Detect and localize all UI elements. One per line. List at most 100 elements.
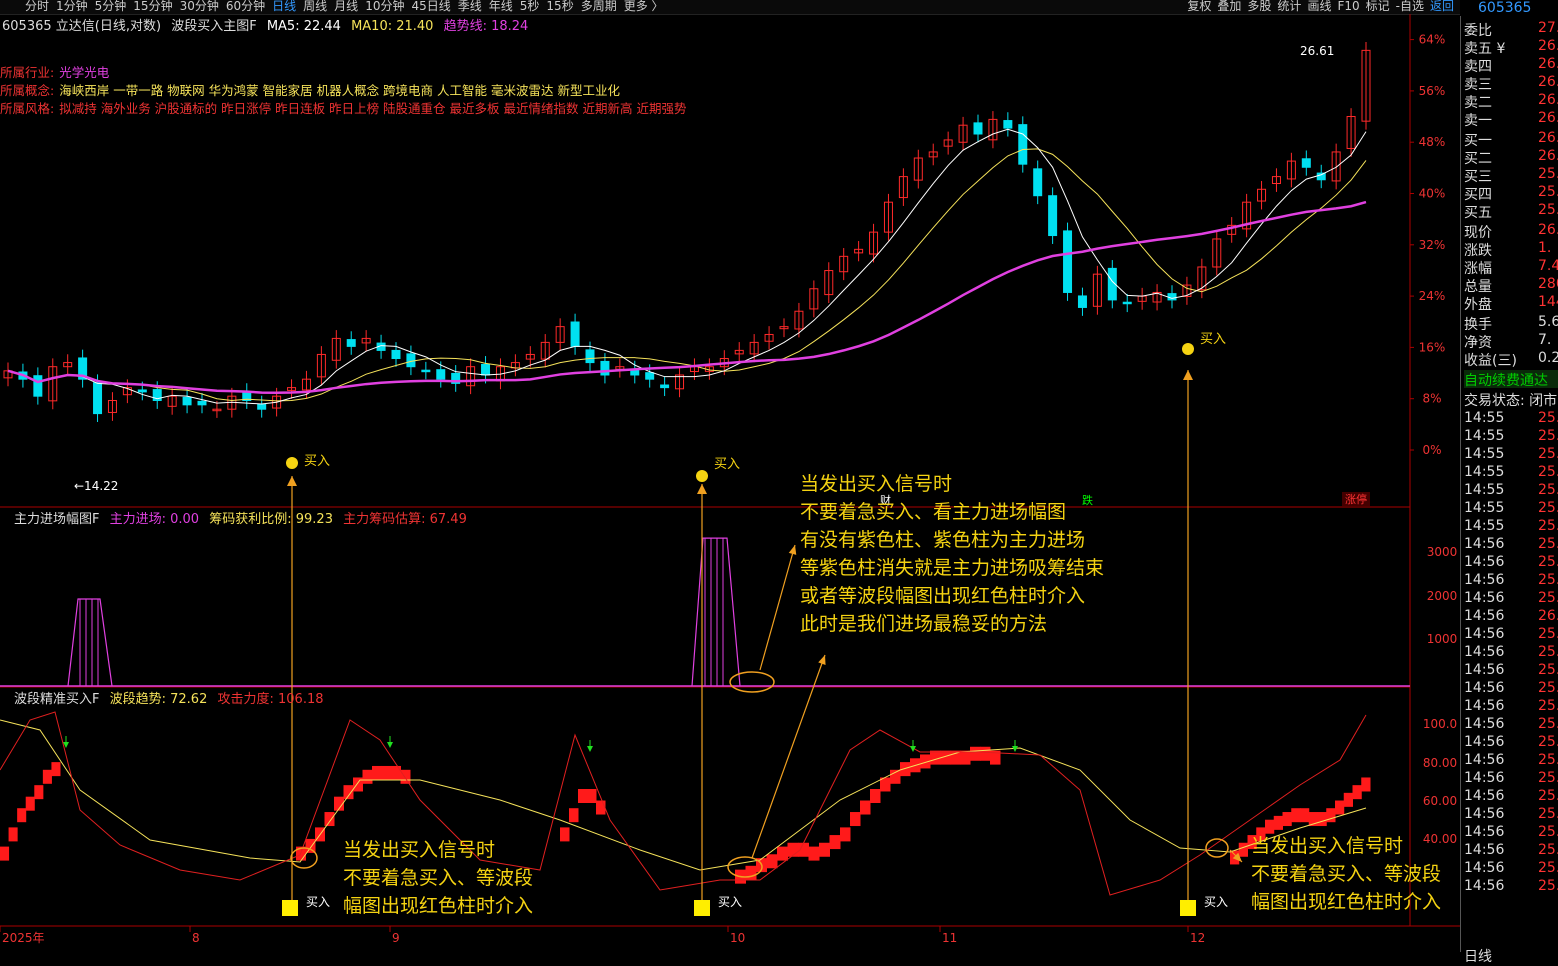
quote2-row-2: 收益(三) 0.2 xyxy=(1464,350,1558,369)
tick-row: 14:56 25. xyxy=(1464,734,1558,752)
tick-row: 14:56 25. xyxy=(1464,626,1558,644)
tick-price: 25. xyxy=(1538,734,1558,750)
tick-time: 14:56 xyxy=(1464,806,1505,822)
candle-body xyxy=(1167,293,1177,301)
tick-time: 14:56 xyxy=(1464,860,1505,876)
y-tick-label: 80.00 xyxy=(1423,756,1457,770)
concept-value: 海峡西岸 一带一路 物联网 华为鸿蒙 智能家居 机器人概念 跨境电商 人工智能 … xyxy=(59,83,620,98)
period-indicator: 日线 xyxy=(1464,949,1492,965)
tick-row: 14:56 25. xyxy=(1464,788,1558,806)
pane3-red-block xyxy=(51,762,61,777)
quote-row-0: 现价 26. xyxy=(1464,222,1558,241)
annotation-line: 等紫色柱消失就是主力进场吸筹结束 xyxy=(800,557,1105,579)
pane3-buy-label: 买入 xyxy=(306,895,330,909)
pane3-indicator-name[interactable]: 波段精准买入F xyxy=(2,692,99,707)
x-axis-label: 12 xyxy=(1190,931,1205,945)
candle-body xyxy=(137,389,147,393)
quote-row-0-label: 现价 xyxy=(1464,225,1492,241)
quote-row-0-value: 26. xyxy=(1538,222,1558,238)
tick-price: 26. xyxy=(1538,608,1558,624)
pane3-red-block xyxy=(808,846,820,861)
pane3-buy-square xyxy=(282,900,298,916)
quote2-row-2-value: 0.2 xyxy=(1538,350,1558,366)
arrow-head-icon xyxy=(818,655,826,665)
green-arrow-icon xyxy=(587,746,593,752)
quote2-row-0: 换手 5.60 xyxy=(1464,314,1558,333)
tick-price: 25. xyxy=(1538,842,1558,858)
pane3-red-block xyxy=(850,812,861,827)
quote2-row-0-value: 5.60 xyxy=(1538,314,1558,330)
annotation-left: 当发出买入信号时 不要着急买入、等波段 幅图出现红色柱时介入 xyxy=(343,836,533,920)
green-arrow-icon xyxy=(1012,746,1018,752)
candle-body xyxy=(93,382,103,415)
pane2-bar xyxy=(691,537,741,687)
candle-body xyxy=(346,339,356,347)
pane3-red-block xyxy=(1282,812,1292,827)
concept-label: 所属概念: xyxy=(0,83,55,98)
tick-time: 14:56 xyxy=(1464,536,1505,552)
tick-price: 25. xyxy=(1538,518,1558,534)
quote-sidebar: 委比27.06卖五 ¥26.卖四26.卖三26.卖二26.卖一26.买一26.买… xyxy=(1460,16,1558,965)
annotation-mid: 当发出买入信号时 不要着急买入、看主力进场幅图 有没有紫色柱、紫色柱为主力进场 等紫色… xyxy=(800,470,1104,638)
ask-row-1-value: 26. xyxy=(1538,56,1558,72)
ask-row-3: 卖二 26. xyxy=(1464,92,1558,111)
pane3-red-block xyxy=(8,827,18,842)
ask-row-3-value: 26. xyxy=(1538,92,1558,108)
tick-price: 25. xyxy=(1538,446,1558,462)
pane3-red-block xyxy=(42,769,52,784)
symbol-code: 605365 xyxy=(1462,0,1558,16)
y-tick-label: 0% xyxy=(1422,443,1441,457)
chart-canvas[interactable]: 0%8%16%24%32%40%48%56%64%72%100020003000… xyxy=(0,0,1460,952)
industry-value: 光学光电 xyxy=(59,65,110,80)
ask-row-1-label: 卖四 xyxy=(1464,59,1492,75)
pane2-gs: 主力筹码估算: 67.49 xyxy=(343,512,467,527)
tick-row: 14:56 25. xyxy=(1464,860,1558,878)
arrow-head-icon xyxy=(788,545,797,555)
candle-body xyxy=(1077,295,1087,308)
y-tick-label: 100.0 xyxy=(1423,717,1457,731)
y-tick-label: 2000 xyxy=(1427,589,1458,603)
tick-price: 25. xyxy=(1538,788,1558,804)
annotation-line: 有没有紫色柱、紫色柱为主力进场 xyxy=(800,529,1086,551)
tick-row: 14:56 25. xyxy=(1464,752,1558,770)
pane3-red-block xyxy=(391,765,401,780)
tick-row: 14:56 25. xyxy=(1464,554,1558,572)
tick-time: 14:56 xyxy=(1464,572,1505,588)
auto-renew-link[interactable]: 自动续费通达 xyxy=(1464,370,1558,389)
pane3-red-block xyxy=(1335,800,1345,815)
tick-time: 14:56 xyxy=(1464,680,1505,696)
pane3-red-block xyxy=(381,765,392,780)
ask-row-2-value: 26. xyxy=(1538,74,1558,90)
candle-body xyxy=(1301,158,1311,168)
tick-row: 14:55 25. xyxy=(1464,464,1558,482)
style-value: 拟减持 海外业务 沪股通标的 昨日涨停 昨日连板 昨日上榜 陆股通重仓 最近多板… xyxy=(59,101,687,116)
x-axis-label: 2025年 xyxy=(2,931,45,945)
candle-body xyxy=(1316,172,1326,181)
pane3-red-block xyxy=(578,789,588,803)
candle-body xyxy=(660,384,670,389)
stock-label: 605365 立达信(日线,对数) xyxy=(2,19,162,34)
candle-body xyxy=(1048,195,1058,237)
candle-body xyxy=(1003,120,1013,129)
candle-body xyxy=(481,363,491,376)
pane3-red-block xyxy=(596,800,606,815)
pane3-red-block xyxy=(777,846,788,861)
pane3-red-block xyxy=(569,808,579,823)
quote2-row-1-value: 7. xyxy=(1538,332,1552,348)
tick-time: 14:55 xyxy=(1464,482,1505,498)
tick-time: 14:56 xyxy=(1464,752,1505,768)
annotation-line: 当发出买入信号时 xyxy=(800,473,953,495)
high-price-label: 26.61 xyxy=(1300,44,1334,58)
pane2-indicator-name[interactable]: 主力进场幅图F xyxy=(2,512,99,527)
indicator-name[interactable]: 波段买入主图F xyxy=(171,19,256,34)
tick-row: 14:55 25. xyxy=(1464,410,1558,428)
pane3-buy-square xyxy=(1180,900,1196,916)
annotation-line: 当发出买入信号时 xyxy=(1251,835,1404,857)
tick-price: 25. xyxy=(1538,428,1558,444)
pane3-red-block xyxy=(829,835,841,850)
quote2-row-1: 净资 7. xyxy=(1464,332,1558,351)
bid-row-2-label: 买三 xyxy=(1464,169,1492,185)
ask-row-4-value: 26. xyxy=(1538,110,1558,126)
pane3-red-block xyxy=(372,765,382,780)
pane3-red-block xyxy=(1352,785,1362,800)
